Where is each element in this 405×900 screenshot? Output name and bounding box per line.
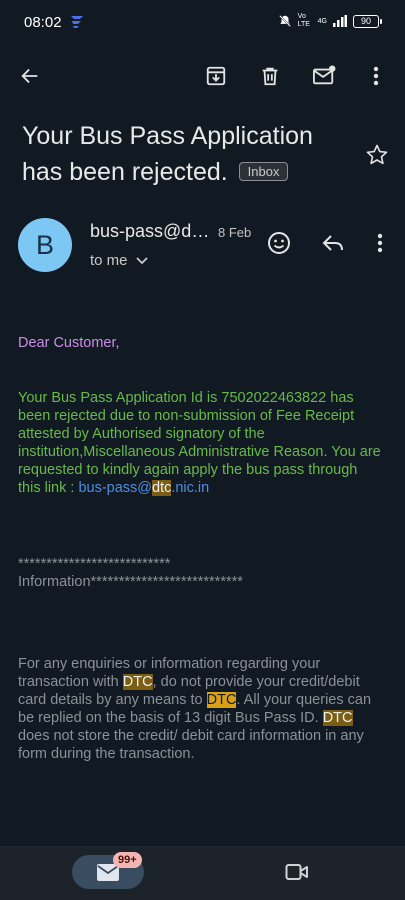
- dtc-highlight-2: DTC: [206, 692, 237, 708]
- archive-icon[interactable]: [204, 64, 228, 88]
- information-heading: Information***************************: [18, 574, 243, 590]
- star-icon[interactable]: [365, 143, 389, 167]
- recipient-label: to me: [90, 252, 128, 269]
- mark-unread-icon[interactable]: [312, 64, 336, 88]
- sender-name[interactable]: bus-pass@d…: [90, 221, 209, 242]
- status-icons: Vo LTE 4G 90: [278, 13, 382, 29]
- bus-pass-link[interactable]: bus-pass@dtc.nic.in: [78, 480, 209, 496]
- inbox-label[interactable]: Inbox: [238, 162, 289, 181]
- info-text-4: does not store the credit/ debit card in…: [18, 728, 364, 762]
- mute-icon: [278, 15, 291, 27]
- volte-label: Vo LTE: [297, 13, 310, 28]
- greeting: Dear Customer,: [18, 335, 120, 351]
- info-paragraph: For any enquiries or information regardi…: [18, 655, 383, 763]
- network-label: 4G: [317, 17, 327, 25]
- reply-icon[interactable]: [320, 230, 346, 256]
- status-time: 08:02: [24, 14, 62, 31]
- delete-icon[interactable]: [258, 64, 282, 88]
- app-notification-icon: [71, 16, 83, 28]
- stars-line: ***************************: [18, 556, 171, 572]
- rejection-message: Your Bus Pass Application Id is 75020224…: [18, 389, 383, 497]
- email-toolbar: [0, 52, 405, 100]
- link-suffix: .nic.in: [171, 480, 210, 496]
- emoji-reaction-icon[interactable]: [266, 230, 292, 256]
- unread-count-badge: 99+: [113, 852, 142, 868]
- recipient-toggle[interactable]: to me: [90, 252, 148, 269]
- email-date: 8 Feb: [218, 225, 252, 240]
- signal-icon: [333, 15, 347, 27]
- message-more-icon[interactable]: [367, 230, 393, 256]
- more-vert-icon[interactable]: [364, 64, 388, 88]
- dtc-highlight-3: DTC: [322, 710, 353, 726]
- dtc-highlight-1: DTC: [122, 674, 153, 690]
- battery-level: 90: [360, 16, 371, 26]
- link-prefix: bus-pass@: [78, 480, 152, 496]
- meet-video-icon[interactable]: [285, 862, 309, 882]
- bottom-navigation: 99+: [0, 846, 405, 900]
- sender-row: B bus-pass@d… 8 Feb to me: [0, 218, 405, 278]
- email-body: Dear Customer, Your Bus Pass Application…: [18, 330, 383, 763]
- email-subject: Your Bus Pass Application has been rejec…: [22, 118, 352, 190]
- back-arrow-icon[interactable]: [18, 64, 42, 88]
- stars-separator: *************************** Information**…: [18, 555, 383, 591]
- battery-icon: 90: [353, 14, 382, 28]
- link-highlight: dtc: [152, 480, 172, 496]
- avatar[interactable]: B: [18, 218, 72, 272]
- chevron-down-icon: [135, 256, 148, 264]
- status-bar: 08:02 Vo LTE 4G 90: [0, 0, 405, 44]
